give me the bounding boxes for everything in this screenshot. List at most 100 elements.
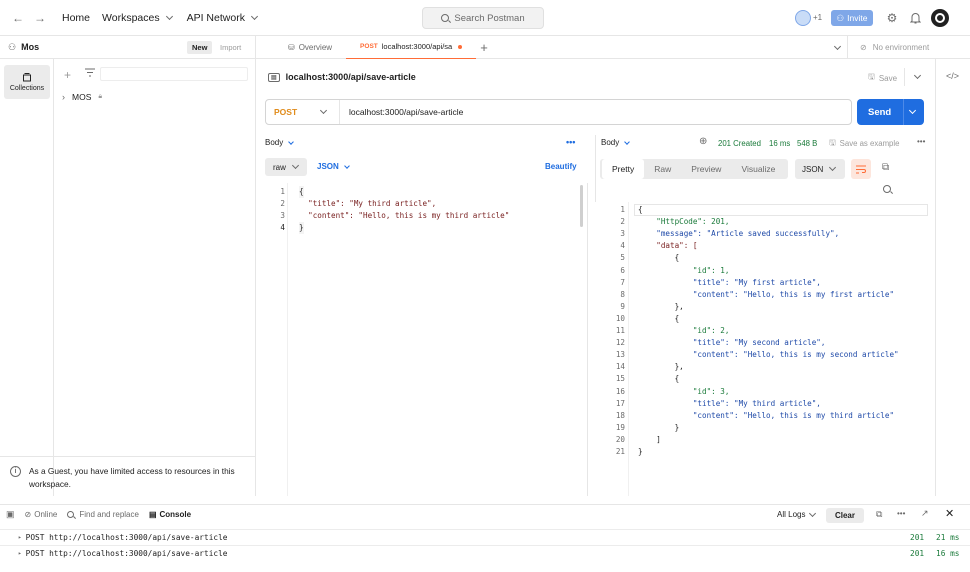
unsaved-dot <box>458 44 463 49</box>
filter-input[interactable] <box>100 67 248 81</box>
raw-label: raw <box>273 162 286 172</box>
copy-icon[interactable]: ⧉ <box>882 162 889 173</box>
workspace-name: Mos <box>21 42 40 52</box>
code-line: { <box>638 313 680 323</box>
editor-scrollbar[interactable] <box>580 185 583 227</box>
line-number: 4 <box>280 223 285 232</box>
code-icon[interactable]: </> <box>946 71 959 81</box>
forward-arrow-icon[interactable]: → <box>32 11 48 25</box>
chevron-right-icon: ▸ <box>18 534 22 541</box>
invite-button[interactable]: ⚇ Invite <box>831 10 873 26</box>
console-bar: ▣ ⊘ Online Find and replace ▤ Console All … <box>0 504 970 524</box>
plus-icon[interactable]: + <box>64 68 71 82</box>
tab-preview[interactable]: Preview <box>681 159 731 179</box>
tab-request-label: localhost:3000/api/sa <box>381 42 453 51</box>
tab-pretty[interactable]: Pretty <box>602 159 645 179</box>
more-icon[interactable]: ••• <box>566 137 575 147</box>
code-line: "title": "My first article", <box>638 277 821 287</box>
online-status[interactable]: ⊘ Online <box>25 510 58 519</box>
sidebar-item-collections[interactable]: Collections <box>4 65 50 99</box>
method-select[interactable]: POST <box>266 100 340 124</box>
request-body-editor[interactable] <box>261 183 588 496</box>
code-line: ] <box>638 434 661 444</box>
clear-button[interactable]: Clear <box>826 508 864 523</box>
search-icon[interactable] <box>883 185 891 195</box>
line-number: 3 <box>620 229 625 239</box>
find-replace-button[interactable]: Find and replace <box>67 510 139 519</box>
response-time: 16 ms <box>769 139 791 148</box>
workspaces-menu[interactable]: Workspaces <box>102 12 175 24</box>
console-label: Console <box>159 510 192 519</box>
api-network-menu[interactable]: API Network <box>187 12 260 24</box>
wrap-lines-icon[interactable] <box>851 159 871 179</box>
close-icon[interactable]: ✕ <box>945 507 954 520</box>
code-line: "content": "Hello, this is my third arti… <box>299 211 510 220</box>
chevron-down-icon <box>809 509 817 517</box>
chevron-down-icon <box>288 138 295 145</box>
format-label: JSON <box>802 164 824 174</box>
line-number: 9 <box>620 301 625 311</box>
chevron-down-icon <box>291 161 299 170</box>
more-icon[interactable]: ••• <box>917 137 925 146</box>
line-number: 15 <box>615 374 625 384</box>
beautify-button[interactable]: Beautify <box>545 162 577 171</box>
response-body-tab[interactable]: Body <box>601 138 631 147</box>
code-line: "HttpCode": 201, <box>638 217 730 227</box>
home-link[interactable]: Home <box>62 12 90 24</box>
save-button[interactable]: 🖫 Save <box>868 71 897 85</box>
request-body-tab[interactable]: Body <box>265 138 295 147</box>
profile-icon[interactable] <box>931 9 949 27</box>
expand-icon[interactable]: ↗ <box>921 508 929 519</box>
code-line: "message": "Article saved successfully", <box>638 229 840 239</box>
more-icon[interactable]: ••• <box>897 509 905 518</box>
console-tab[interactable]: ▤ Console <box>149 510 191 519</box>
collection-name: MOS <box>72 92 92 102</box>
sidebar-toggle-icon[interactable]: ▣ <box>6 509 15 520</box>
tabs-dropdown-icon[interactable] <box>833 42 842 51</box>
tab-overview[interactable]: ⛁ Overview <box>256 36 346 59</box>
format-select[interactable]: JSON <box>795 159 845 179</box>
line-number: 21 <box>615 447 625 456</box>
console-log-row[interactable]: ▸ POST http://localhost:3000/api/save-ar… <box>0 545 970 561</box>
environment-select[interactable]: ⊘ No environment <box>847 36 970 59</box>
chevron-down-icon <box>165 12 173 20</box>
console-log-row[interactable]: ▸ POST http://localhost:3000/api/save-ar… <box>0 529 970 545</box>
collections-icon <box>23 73 31 82</box>
line-number: 20 <box>615 434 625 444</box>
avatar-count: +1 <box>813 13 823 22</box>
overview-icon: ⛁ <box>288 42 295 52</box>
line-number: 2 <box>620 217 625 227</box>
send-button[interactable]: Send <box>857 99 924 125</box>
save-example-button[interactable]: 🖫 Save as example <box>829 137 899 150</box>
new-tab-icon[interactable]: + <box>480 40 488 55</box>
avatar[interactable] <box>795 10 811 26</box>
search-input[interactable]: Search Postman <box>422 7 544 29</box>
line-number: 1 <box>620 205 625 214</box>
code-line: "title": "My second article", <box>638 338 826 348</box>
code-line: }, <box>638 301 684 311</box>
json-select[interactable]: JSON <box>317 162 350 171</box>
back-arrow-icon[interactable]: ← <box>10 11 26 25</box>
raw-select[interactable]: raw <box>265 158 307 176</box>
right-rail: </> <box>935 59 970 496</box>
line-number: 16 <box>615 386 625 396</box>
code-line: { <box>638 374 680 384</box>
url-input[interactable]: localhost:3000/api/save-article <box>340 107 463 117</box>
globe-icon: ⊕ <box>699 136 708 147</box>
tab-request[interactable]: POST localhost:3000/api/sa <box>346 36 477 59</box>
line-number: 8 <box>620 289 625 299</box>
line-number: 4 <box>620 241 625 251</box>
new-button[interactable]: New <box>187 41 213 54</box>
chevron-down-icon <box>829 163 837 172</box>
filter-icon[interactable] <box>85 68 95 79</box>
gear-icon[interactable]: ⚙ <box>884 10 900 26</box>
code-line: } <box>299 222 304 234</box>
import-button[interactable]: Import <box>220 41 241 54</box>
tab-visualize[interactable]: Visualize <box>731 159 785 179</box>
collection-item[interactable]: › MOS 🔒︎ <box>62 92 102 102</box>
line-number: 10 <box>615 313 625 323</box>
log-level-select[interactable]: All Logs <box>777 509 818 519</box>
bell-icon[interactable] <box>907 10 923 26</box>
tab-raw[interactable]: Raw <box>644 159 681 179</box>
copy-icon[interactable]: ⧉ <box>876 509 882 520</box>
